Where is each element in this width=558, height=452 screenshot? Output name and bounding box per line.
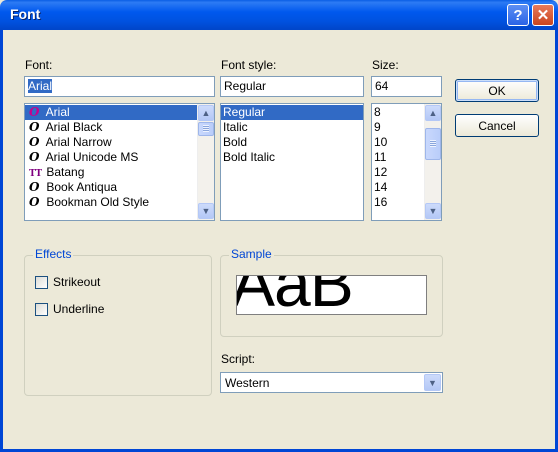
font-list-item-label: Batang: [46, 165, 85, 179]
script-select[interactable]: Western ▼: [220, 372, 443, 393]
opentype-font-icon: O: [29, 135, 40, 149]
size-list-item[interactable]: 8: [372, 105, 426, 120]
font-label: Font:: [25, 58, 53, 72]
font-style-input-value: Regular: [224, 79, 267, 93]
chevron-up-icon: ▲: [428, 108, 438, 118]
underline-label[interactable]: Underline: [53, 302, 104, 316]
font-list-item[interactable]: O Book Antiqua: [25, 180, 199, 195]
window-title: Font: [10, 6, 41, 22]
opentype-font-icon: O: [29, 120, 40, 134]
scroll-up-button[interactable]: ▲: [425, 105, 441, 121]
close-icon: ✕: [536, 7, 550, 24]
sample-group-title: Sample: [229, 247, 274, 261]
font-style-item[interactable]: Regular: [221, 105, 363, 120]
size-list[interactable]: 8 9 10 11 12 14 16 ▲ ▼: [371, 103, 442, 221]
font-list[interactable]: O Arial O Arial Black O Arial Narrow O A…: [24, 103, 215, 221]
font-style-label: Font style:: [221, 58, 277, 72]
opentype-font-icon: O: [29, 180, 40, 194]
font-list-item-label: Book Antiqua: [46, 180, 118, 194]
size-input-value: 64: [375, 79, 389, 93]
opentype-font-icon: O: [29, 195, 40, 209]
chevron-up-icon: ▲: [201, 108, 211, 118]
size-label: Size:: [372, 58, 399, 72]
chevron-down-icon: ▼: [428, 377, 437, 388]
script-dropdown-button[interactable]: ▼: [424, 374, 441, 391]
chevron-down-icon: ▼: [428, 206, 438, 216]
font-list-item-label: Arial: [45, 105, 70, 119]
font-list-item[interactable]: O Bookman Old Style: [25, 195, 199, 210]
script-label: Script:: [221, 352, 256, 366]
size-list-item[interactable]: 9: [372, 120, 426, 135]
cancel-button[interactable]: Cancel: [455, 114, 539, 137]
font-list-item[interactable]: O Arial: [25, 105, 199, 120]
chevron-down-icon: ▼: [201, 206, 211, 216]
font-style-item[interactable]: Bold Italic: [221, 150, 363, 165]
window-frame-left: [0, 30, 3, 452]
font-style-item[interactable]: Italic: [221, 120, 363, 135]
font-style-input[interactable]: Regular: [220, 76, 364, 97]
font-input[interactable]: Arial: [24, 76, 215, 97]
font-list-item-label: Arial Narrow: [45, 135, 112, 149]
size-list-scrollbar[interactable]: ▲ ▼: [424, 104, 441, 220]
scroll-down-button[interactable]: ▼: [425, 203, 441, 219]
size-list-item[interactable]: 14: [372, 180, 426, 195]
font-list-item-label: Bookman Old Style: [46, 195, 150, 209]
ok-button[interactable]: OK: [455, 79, 539, 102]
underline-checkbox[interactable]: [35, 303, 48, 316]
scroll-thumb[interactable]: [425, 128, 441, 160]
scroll-down-button[interactable]: ▼: [198, 203, 214, 219]
size-list-item[interactable]: 12: [372, 165, 426, 180]
font-style-list[interactable]: Regular Italic Bold Bold Italic: [220, 103, 364, 221]
font-list-item[interactable]: O Arial Narrow: [25, 135, 199, 150]
size-list-item[interactable]: 11: [372, 150, 426, 165]
effects-group-title: Effects: [33, 247, 74, 261]
opentype-font-icon: O: [29, 105, 40, 119]
font-list-item-label: Arial Unicode MS: [45, 150, 139, 164]
sample-preview: AaB: [236, 275, 427, 315]
title-bar: Font ? ✕: [0, 0, 558, 30]
font-list-item[interactable]: O Arial Black: [25, 120, 199, 135]
help-icon: ?: [513, 6, 523, 24]
scroll-up-button[interactable]: ▲: [198, 105, 214, 121]
size-list-item[interactable]: 10: [372, 135, 426, 150]
size-input[interactable]: 64: [371, 76, 442, 97]
font-list-scrollbar[interactable]: ▲ ▼: [197, 104, 214, 220]
opentype-font-icon: O: [29, 150, 40, 164]
close-button[interactable]: ✕: [532, 4, 554, 26]
font-style-item[interactable]: Bold: [221, 135, 363, 150]
font-list-item[interactable]: TT Batang: [25, 165, 199, 180]
font-list-item[interactable]: O Arial Unicode MS: [25, 150, 199, 165]
sample-text: AaB: [236, 275, 354, 315]
strikeout-checkbox[interactable]: [35, 276, 48, 289]
font-list-item-label: Arial Black: [45, 120, 103, 134]
help-button[interactable]: ?: [507, 4, 529, 26]
size-list-item[interactable]: 16: [372, 195, 426, 210]
strikeout-label[interactable]: Strikeout: [53, 275, 100, 289]
font-input-value: Arial: [28, 79, 53, 93]
script-select-value: Western: [225, 376, 270, 390]
scroll-thumb[interactable]: [198, 122, 214, 136]
